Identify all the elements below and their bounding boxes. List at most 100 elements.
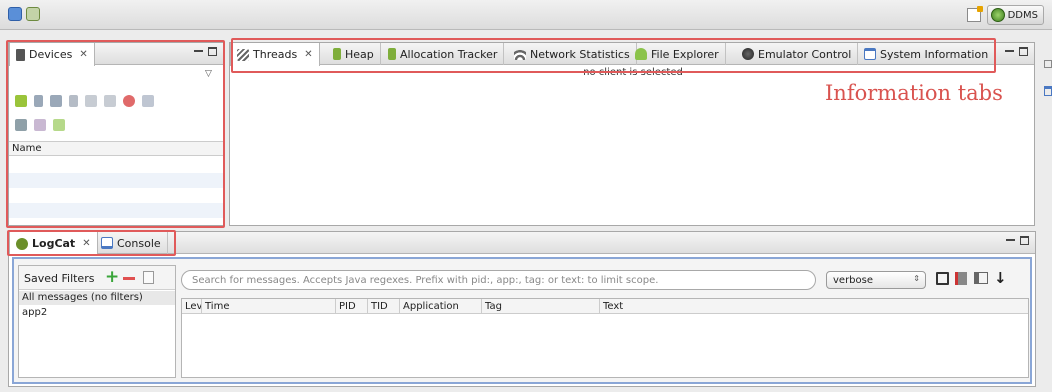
emulator-icon: [742, 48, 754, 60]
dump-view-hierarchy-icon[interactable]: [15, 119, 27, 131]
minimize-icon[interactable]: [1006, 236, 1015, 245]
tab-file-explorer[interactable]: File Explorer: [629, 43, 726, 65]
close-icon[interactable]: ✕: [304, 49, 312, 60]
devices-name-column-header[interactable]: Name: [9, 141, 223, 156]
column-header-tag[interactable]: Tag: [482, 299, 600, 314]
device-screen-icon[interactable]: [26, 7, 40, 21]
toggle-filters-pane-icon[interactable]: [974, 272, 988, 284]
column-header-level[interactable]: Lev: [182, 299, 202, 314]
tab-heap-label: Heap: [345, 47, 374, 61]
log-table-header: Lev Time PID TID Application Tag Text: [182, 299, 1028, 314]
devices-tabstrip: Devices ✕: [9, 43, 223, 66]
filter-item-app2[interactable]: app2: [19, 306, 175, 320]
information-tabs-annotation: Information tabs: [825, 81, 1003, 105]
dump-ui-hierarchy-icon[interactable]: [34, 119, 46, 131]
stop-process-icon[interactable]: [123, 95, 135, 107]
tab-network-statistics[interactable]: Network Statistics: [508, 43, 637, 65]
minimize-icon[interactable]: [1005, 47, 1014, 56]
clear-log-icon[interactable]: [955, 272, 967, 285]
wifi-icon: [514, 48, 526, 60]
maximize-icon[interactable]: [208, 47, 217, 56]
remove-filter-icon[interactable]: [123, 277, 135, 280]
tab-threads[interactable]: Threads ✕: [230, 43, 320, 66]
tab-network-statistics-label: Network Statistics: [530, 47, 630, 61]
saved-filters-label: Saved Filters: [24, 272, 95, 285]
logcat-icon: [16, 237, 28, 250]
scroll-lock-icon[interactable]: ↓: [994, 269, 1007, 287]
add-filter-icon[interactable]: +: [105, 267, 119, 287]
window-icon[interactable]: [1044, 86, 1052, 96]
select-arrow-icon: ⇕: [913, 274, 920, 283]
systrace-icon[interactable]: [53, 119, 65, 131]
dump-hprof-icon[interactable]: [50, 95, 62, 107]
update-threads-icon[interactable]: [85, 95, 97, 107]
screen-capture-icon[interactable]: [142, 95, 154, 107]
tab-logcat[interactable]: LogCat ✕: [9, 232, 98, 255]
bottom-tabstrip: LogCat ✕ Console: [9, 232, 1035, 255]
column-header-time[interactable]: Time: [202, 299, 336, 314]
logcat-content: Saved Filters + All messages (no filters…: [12, 257, 1032, 384]
no-client-message: no client is selected: [583, 67, 683, 78]
tab-system-information[interactable]: System Information: [858, 43, 996, 65]
debug-icon[interactable]: [15, 95, 27, 107]
view-menu-icon[interactable]: ▽: [205, 69, 212, 79]
ddms-perspective-button[interactable]: DDMS: [986, 5, 1044, 25]
saved-filters-pane: Saved Filters + All messages (no filters…: [18, 265, 176, 378]
tab-system-information-label: System Information: [880, 47, 989, 61]
column-header-application[interactable]: Application: [400, 299, 482, 314]
minimize-icon[interactable]: [194, 47, 203, 56]
tab-devices-label: Devices: [29, 48, 73, 61]
main-toolbar: DDMS: [0, 0, 1052, 30]
threads-icon: [237, 48, 249, 61]
phone-icon: [16, 48, 25, 61]
tab-threads-label: Threads: [253, 48, 298, 61]
log-level-value: verbose: [833, 274, 874, 286]
info-view-controls: [1005, 47, 1028, 56]
update-heap-icon[interactable]: [34, 95, 43, 107]
tab-allocation-tracker-label: Allocation Tracker: [400, 47, 498, 61]
device-actions-row-2: [15, 119, 65, 131]
tab-devices[interactable]: Devices ✕: [9, 43, 95, 66]
devices-view: Devices ✕ ▽ Name: [8, 42, 224, 226]
info-tabstrip: Threads ✕ Heap Allocation Tracker Networ…: [230, 43, 1034, 66]
table-row: [9, 203, 223, 218]
bottom-view-controls: [1006, 236, 1029, 245]
device-actions-row-1: [15, 95, 154, 107]
saved-filters-header: Saved Filters +: [19, 266, 175, 290]
tab-heap[interactable]: Heap: [327, 43, 381, 65]
log-table: Lev Time PID TID Application Tag Text: [181, 298, 1029, 378]
console-icon: [101, 237, 113, 249]
window-icon: [864, 48, 876, 60]
cause-gc-icon[interactable]: [69, 95, 78, 107]
maximize-icon[interactable]: [1019, 47, 1028, 56]
tab-console[interactable]: Console: [95, 232, 168, 254]
save-log-icon[interactable]: [936, 272, 949, 285]
filter-item-all-messages[interactable]: All messages (no filters): [19, 291, 175, 305]
ddms-icon: [990, 8, 1005, 22]
logcat-search-input[interactable]: [181, 270, 816, 290]
download-icon[interactable]: [8, 7, 22, 21]
perspective-switcher: DDMS: [966, 5, 1044, 25]
restore-icon[interactable]: [1044, 60, 1052, 68]
tab-console-label: Console: [117, 236, 161, 250]
tab-emulator-control-label: Emulator Control: [758, 47, 852, 61]
tab-file-explorer-label: File Explorer: [651, 47, 719, 61]
column-header-tid[interactable]: TID: [368, 299, 400, 314]
log-level-select[interactable]: verbose ⇕: [826, 271, 926, 289]
tab-emulator-control[interactable]: Emulator Control: [736, 43, 859, 65]
android-icon: [635, 48, 647, 60]
tab-allocation-tracker[interactable]: Allocation Tracker: [382, 43, 505, 65]
bottom-view: LogCat ✕ Console Saved Filters + All mes…: [8, 231, 1036, 387]
allocation-tracker-icon: [388, 48, 396, 60]
column-header-pid[interactable]: PID: [336, 299, 368, 314]
table-row: [9, 173, 223, 188]
info-view: Threads ✕ Heap Allocation Tracker Networ…: [229, 42, 1035, 226]
column-header-text[interactable]: Text: [600, 299, 1028, 314]
start-method-profiling-icon[interactable]: [104, 95, 116, 107]
close-icon[interactable]: ✕: [79, 49, 87, 60]
open-perspective-icon[interactable]: [966, 6, 983, 22]
ddms-perspective-label: DDMS: [1007, 9, 1038, 21]
edit-filter-icon[interactable]: [143, 271, 154, 284]
maximize-icon[interactable]: [1020, 236, 1029, 245]
close-icon[interactable]: ✕: [82, 238, 90, 249]
